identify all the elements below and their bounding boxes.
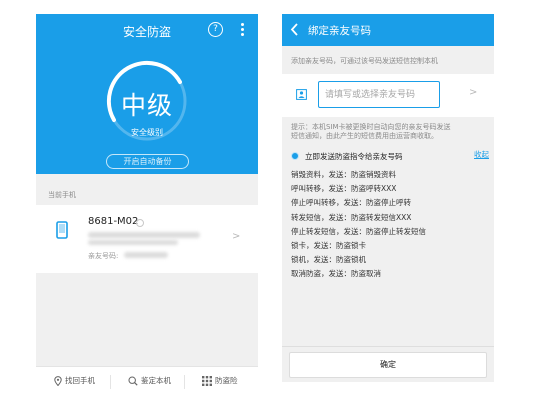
more-vertical-icon[interactable] — [238, 23, 246, 37]
device-list-item[interactable]: 8681-M02 亲友号码: > — [36, 205, 258, 273]
chevron-right-icon: > — [232, 231, 241, 242]
tip-line: 提示：本机SIM卡被更换时自动向您的亲友号码发送 — [291, 123, 451, 131]
command-item: 取消防盗，发送：防盗取消 — [291, 269, 381, 279]
command-item: 停止呼叫转移，发送：防盗停止呼转 — [291, 198, 411, 208]
device-name: 8681-M02 — [88, 216, 139, 227]
auto-backup-button[interactable]: 开启自动备份 — [106, 154, 189, 169]
contact-input-row: > — [282, 74, 494, 117]
anti-theft-screen: 安全防盗 ? 中级 安全级别 开启自动备份 当前手机 8681-M02 亲友号码… — [36, 14, 258, 396]
security-header: 安全防盗 ? 中级 安全级别 开启自动备份 — [36, 14, 258, 174]
security-level-value: 中级 — [120, 91, 173, 120]
divider — [184, 375, 185, 389]
grid-icon — [202, 375, 212, 386]
phone-icon — [56, 221, 68, 239]
location-icon — [54, 375, 62, 386]
send-command-option[interactable]: 立即发送防盗指令给亲友号码 收起 — [291, 149, 489, 163]
redacted-info — [88, 240, 178, 245]
sim-change-tip: 提示：本机SIM卡被更换时自动向您的亲友号码发送 短信通知，由此产生的短信费用由… — [291, 123, 489, 141]
chevron-left-icon[interactable] — [290, 23, 299, 36]
friend-number-input[interactable] — [318, 81, 440, 108]
page-title: 安全防盗 — [122, 25, 171, 39]
add-contact-note: 添加亲友号码，可通过该号码发送短信控制本机 — [291, 57, 438, 65]
nav-label: 防盗险 — [215, 376, 238, 385]
contact-card-icon[interactable] — [296, 89, 307, 100]
nav-verify-device[interactable]: 鉴定本机 — [128, 375, 171, 386]
collapse-link[interactable]: 收起 — [474, 149, 489, 160]
search-icon — [128, 375, 138, 386]
redacted-number — [124, 252, 168, 258]
tip-line: 短信通知，由此产生的短信费用由运营商收取。 — [291, 132, 438, 140]
friend-number-label: 亲友号码: — [88, 252, 119, 260]
command-item: 停止转发短信，发送：防盗停止转发短信 — [291, 226, 426, 236]
command-item: 呼叫转移，发送：防盗呼转XXX — [291, 184, 397, 194]
bind-contact-screen: 绑定亲友号码 添加亲友号码，可通过该号码发送短信控制本机 > 提示：本机SIM卡… — [282, 14, 494, 382]
bottom-bar: 确定 — [282, 346, 494, 382]
redacted-info — [88, 232, 200, 238]
current-phone-label: 当前手机 — [48, 191, 76, 199]
bottom-navigation: 找回手机 鉴定本机 防盗险 — [36, 366, 258, 396]
page-title: 绑定亲友号码 — [308, 25, 371, 37]
nav-label: 鉴定本机 — [141, 376, 171, 385]
divider — [110, 375, 111, 389]
command-item: 转发短信，发送：防盗转发短信XXX — [291, 212, 412, 222]
chevron-right-icon[interactable]: > — [469, 87, 477, 98]
command-list: 销毁资料，发送：防盗销毁资料 呼叫转移，发送：防盗呼转XXX 停止呼叫转移，发送… — [291, 168, 489, 282]
command-item: 锁卡，发送：防盗锁卡 — [291, 241, 366, 251]
bind-header: 绑定亲友号码 — [282, 14, 494, 46]
nav-find-phone[interactable]: 找回手机 — [54, 375, 95, 386]
confirm-button[interactable]: 确定 — [289, 352, 487, 378]
security-level-label: 安全级别 — [131, 128, 163, 137]
command-item: 锁机，发送：防盗锁机 — [291, 255, 366, 265]
nav-theft-insurance[interactable]: 防盗险 — [202, 375, 238, 386]
question-circle-icon[interactable]: ? — [208, 22, 223, 37]
radio-selected-icon[interactable] — [291, 152, 299, 160]
check-circle-icon — [136, 219, 144, 227]
nav-label: 找回手机 — [65, 376, 95, 385]
command-item: 销毁资料，发送：防盗销毁资料 — [291, 170, 396, 179]
send-command-label: 立即发送防盗指令给亲友号码 — [305, 152, 403, 161]
